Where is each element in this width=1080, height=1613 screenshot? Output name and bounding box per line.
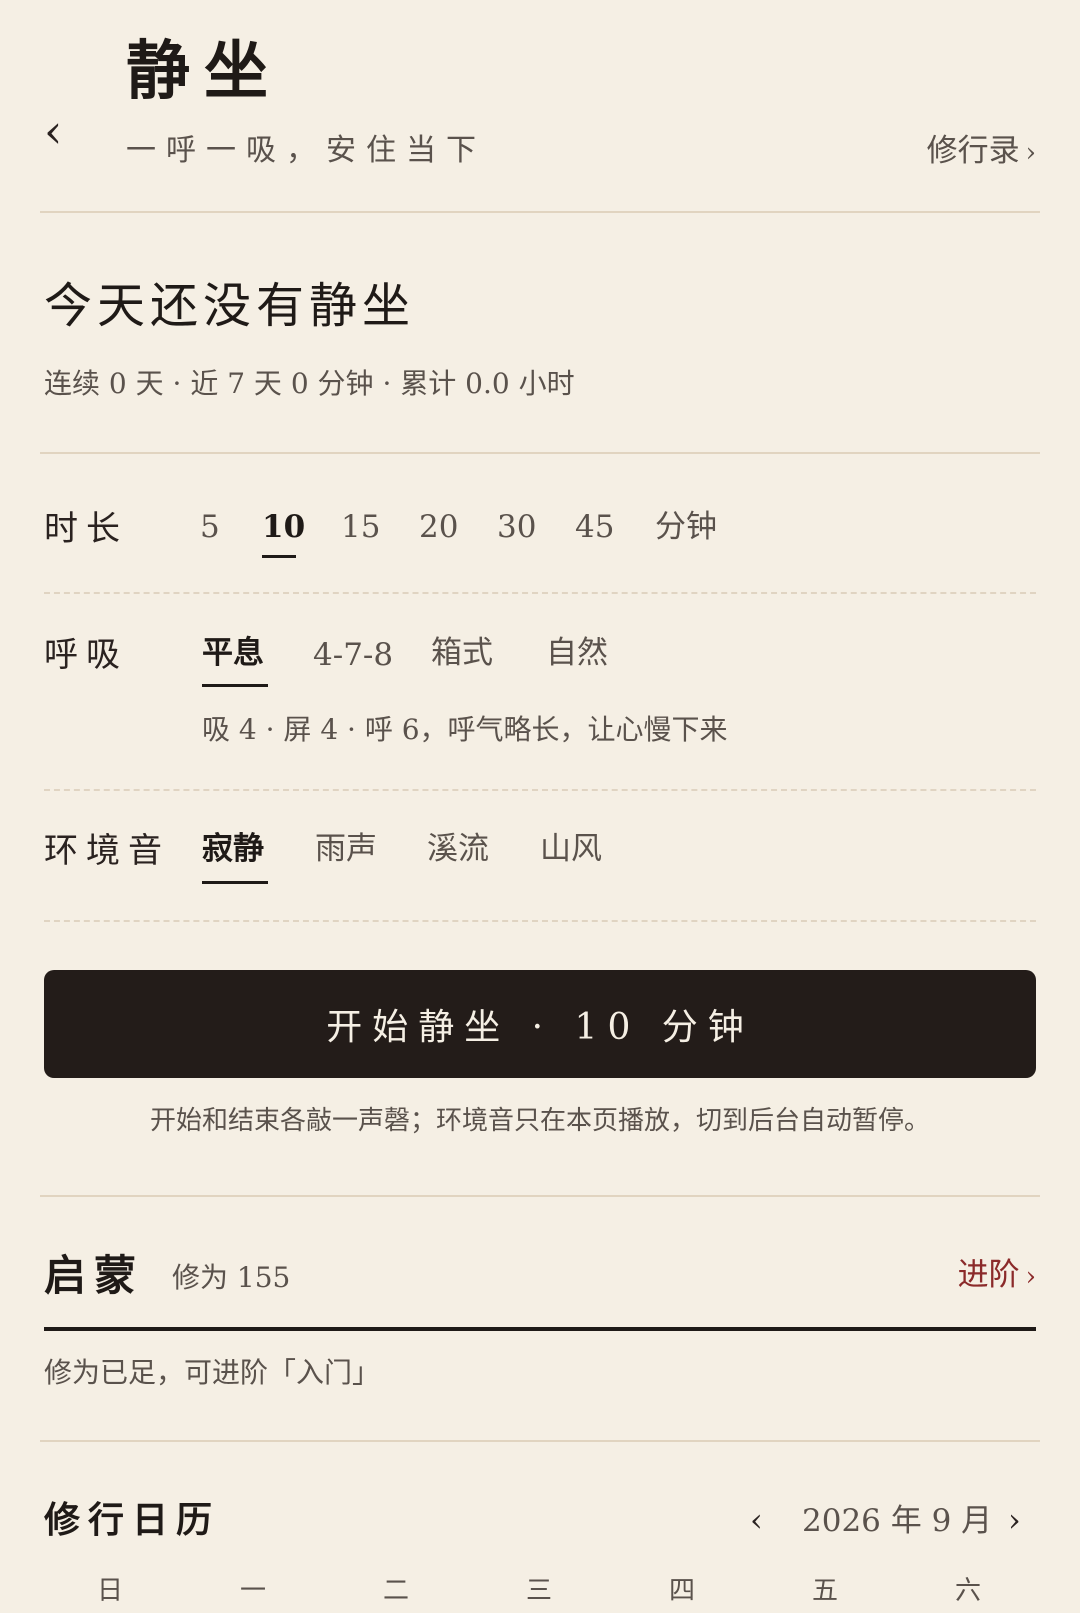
weekday-sat: 六: [954, 1576, 981, 1606]
level-progress-bar: [44, 1327, 1036, 1331]
ambient-option-rain[interactable]: 雨声: [315, 834, 377, 865]
calendar-month: 2026 年 9 月: [802, 1503, 993, 1539]
advance-note: 修为已足，可进阶「入门」: [44, 1356, 381, 1389]
level-name: 启蒙: [44, 1251, 145, 1300]
duration-option-5[interactable]: 5: [200, 512, 220, 543]
duration-option-20[interactable]: 20: [419, 512, 458, 543]
practice-stats: 连续 0 天 · 近 7 天 0 分钟 · 累计 0.0 小时: [44, 367, 575, 400]
breath-option-box[interactable]: 箱式: [431, 638, 493, 669]
divider: [40, 1440, 1040, 1442]
ambient-option-stream[interactable]: 溪流: [427, 834, 489, 865]
duration-option-15[interactable]: 15: [341, 512, 380, 543]
dashed-divider: [44, 789, 1036, 791]
weekday-thu: 四: [668, 1576, 695, 1606]
page-subtitle: 一呼一吸，安住当下: [126, 133, 486, 168]
breath-option-natural[interactable]: 自然: [546, 638, 608, 669]
breath-option-478[interactable]: 4-7-8: [313, 640, 393, 671]
breath-option-pingxi[interactable]: 平息: [202, 638, 264, 669]
cultivation-points: 修为 155: [172, 1261, 291, 1294]
advance-label: 进阶: [957, 1257, 1020, 1293]
advance-link[interactable]: 进阶 ›: [958, 1260, 1036, 1291]
divider: [40, 211, 1040, 213]
breath-description: 吸 4 · 屏 4 · 呼 6，呼气略长，让心慢下来: [202, 713, 728, 746]
practice-log-label: 修行录: [926, 133, 1020, 169]
ambient-option-silence[interactable]: 寂静: [202, 834, 264, 865]
divider: [40, 1195, 1040, 1197]
practice-log-link[interactable]: 修行录 ›: [927, 136, 1036, 167]
weekday-sun: 日: [96, 1576, 123, 1606]
weekday-wed: 三: [525, 1576, 552, 1606]
ambient-label: 环境音: [44, 831, 170, 871]
duration-option-10[interactable]: 10: [262, 512, 305, 543]
calendar-title: 修行日历: [44, 1499, 221, 1541]
weekday-fri: 五: [811, 1576, 838, 1606]
back-icon[interactable]: ‹: [44, 108, 62, 154]
duration-option-30[interactable]: 30: [497, 512, 536, 543]
weekday-mon: 一: [239, 1576, 266, 1606]
today-status-title: 今天还没有静坐: [44, 278, 416, 334]
page-title: 静坐: [126, 34, 282, 109]
breath-label: 呼吸: [44, 635, 128, 675]
ambient-option-mountain-wind[interactable]: 山风: [540, 834, 602, 865]
chevron-left-icon[interactable]: ‹: [750, 1504, 763, 1536]
duration-label: 时长: [44, 509, 128, 549]
chevron-right-icon[interactable]: ›: [1008, 1504, 1021, 1536]
dashed-divider: [44, 920, 1036, 922]
selected-underline: [202, 684, 268, 687]
selected-underline: [262, 555, 296, 558]
chevron-right-icon: ›: [1025, 1262, 1036, 1292]
start-note: 开始和结束各敲一声磬；环境音只在本页播放，切到后台自动暂停。: [149, 1106, 930, 1136]
weekday-tue: 二: [382, 1576, 409, 1606]
selected-underline: [202, 881, 268, 884]
chevron-right-icon: ›: [1025, 138, 1036, 168]
duration-option-45[interactable]: 45: [575, 512, 614, 543]
dashed-divider: [44, 592, 1036, 594]
divider: [40, 452, 1040, 454]
duration-unit: 分钟: [655, 509, 717, 545]
start-meditation-button[interactable]: 开始静坐 · 10 分钟: [44, 970, 1036, 1078]
